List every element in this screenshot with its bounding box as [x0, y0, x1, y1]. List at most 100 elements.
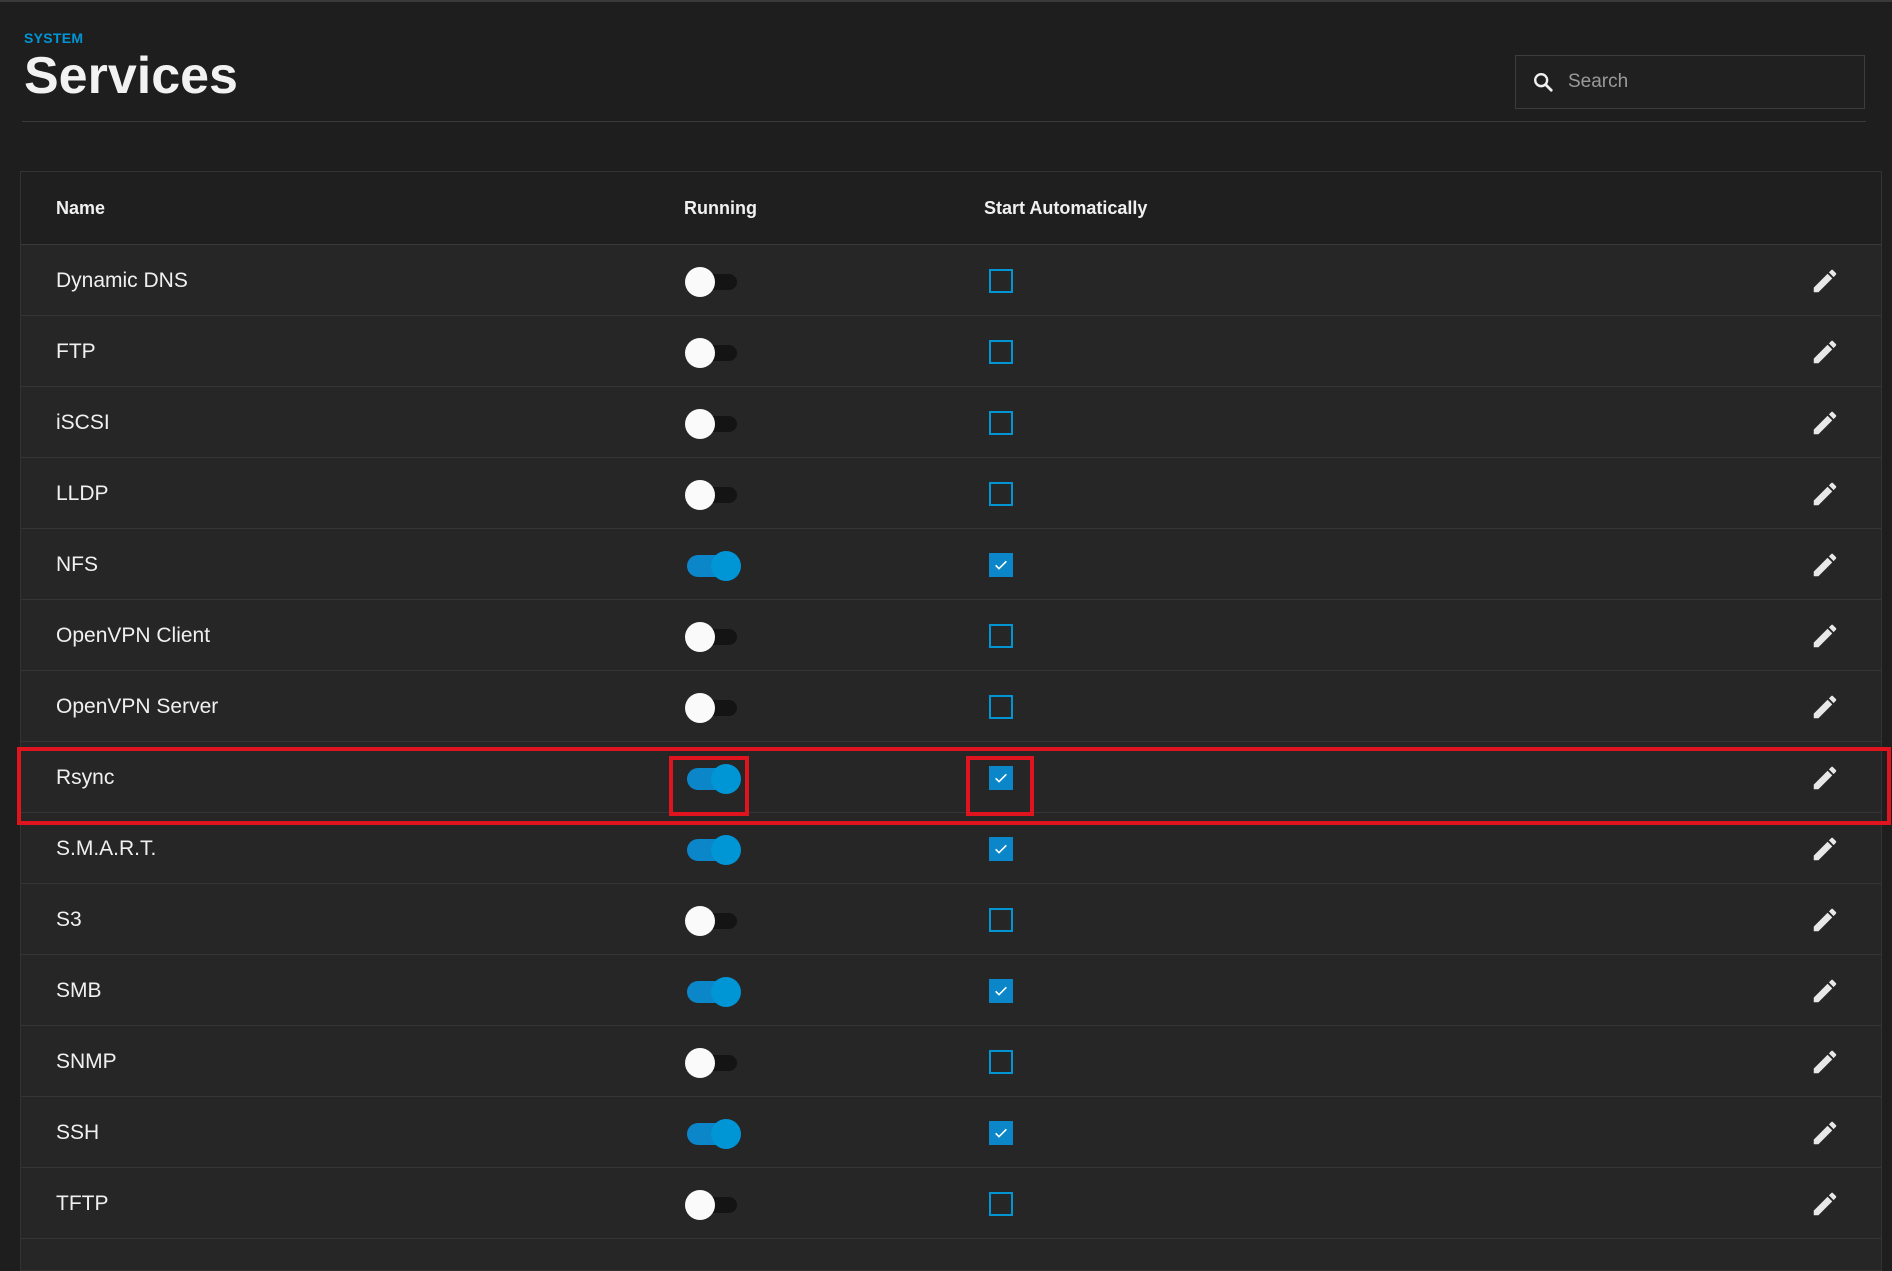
service-name: LLDP	[56, 482, 109, 505]
table-row-snmp: SNMP	[21, 1026, 1881, 1097]
running-toggle[interactable]	[685, 338, 741, 368]
edit-pencil-icon[interactable]	[1810, 834, 1840, 864]
checkmark-icon	[993, 1125, 1009, 1141]
table-row-openvpn-server: OpenVPN Server	[21, 671, 1881, 742]
table-row-nfs: NFS	[21, 529, 1881, 600]
service-name: iSCSI	[56, 411, 110, 434]
search-icon	[1534, 73, 1553, 92]
start-automatically-checkbox[interactable]	[989, 837, 1013, 861]
column-header-start-automatically[interactable]: Start Automatically	[984, 198, 1147, 219]
start-automatically-checkbox[interactable]	[989, 908, 1013, 932]
edit-pencil-icon[interactable]	[1810, 408, 1840, 438]
checkmark-icon	[993, 770, 1009, 786]
table-row-ftp: FTP	[21, 316, 1881, 387]
running-toggle[interactable]	[685, 693, 741, 723]
table-row-dynamic-dns: Dynamic DNS	[21, 245, 1881, 316]
start-automatically-checkbox[interactable]	[989, 269, 1013, 293]
edit-pencil-icon[interactable]	[1810, 621, 1840, 651]
service-name: SSH	[56, 1121, 100, 1144]
checkmark-icon	[993, 983, 1009, 999]
service-name: Dynamic DNS	[56, 269, 188, 292]
running-toggle[interactable]	[685, 1119, 741, 1149]
edit-pencil-icon[interactable]	[1810, 763, 1840, 793]
services-table: Name Running Start Automatically Dynamic…	[20, 171, 1882, 1271]
edit-pencil-icon[interactable]	[1810, 905, 1840, 935]
toggle-knob	[685, 693, 715, 723]
table-row-smb: SMB	[21, 955, 1881, 1026]
table-row-s-m-a-r-t: S.M.A.R.T.	[21, 813, 1881, 884]
breadcrumb[interactable]: SYSTEM	[24, 30, 238, 46]
start-automatically-checkbox[interactable]	[989, 624, 1013, 648]
start-automatically-checkbox[interactable]	[989, 766, 1013, 790]
edit-pencil-icon[interactable]	[1810, 479, 1840, 509]
start-automatically-checkbox[interactable]	[989, 1192, 1013, 1216]
service-name: S3	[56, 908, 82, 931]
table-row-ssh: SSH	[21, 1097, 1881, 1168]
running-toggle[interactable]	[685, 835, 741, 865]
table-row-lldp: LLDP	[21, 458, 1881, 529]
running-toggle[interactable]	[685, 906, 741, 936]
start-automatically-checkbox[interactable]	[989, 979, 1013, 1003]
running-toggle[interactable]	[685, 622, 741, 652]
edit-pencil-icon[interactable]	[1810, 1118, 1840, 1148]
toggle-knob	[685, 409, 715, 439]
running-toggle[interactable]	[685, 764, 741, 794]
table-row-tftp: TFTP	[21, 1168, 1881, 1239]
toggle-knob	[711, 764, 741, 794]
running-toggle[interactable]	[685, 409, 741, 439]
service-name: OpenVPN Server	[56, 695, 219, 718]
table-header: Name Running Start Automatically	[21, 172, 1881, 245]
column-header-name[interactable]: Name	[56, 198, 105, 219]
service-name: SNMP	[56, 1050, 117, 1073]
start-automatically-checkbox[interactable]	[989, 411, 1013, 435]
running-toggle[interactable]	[685, 480, 741, 510]
search-box[interactable]	[1515, 55, 1865, 109]
service-name: S.M.A.R.T.	[56, 837, 157, 860]
toggle-knob	[685, 480, 715, 510]
column-header-running[interactable]: Running	[684, 198, 757, 219]
running-toggle[interactable]	[685, 977, 741, 1007]
start-automatically-checkbox[interactable]	[989, 340, 1013, 364]
toggle-knob	[685, 622, 715, 652]
edit-pencil-icon[interactable]	[1810, 550, 1840, 580]
toggle-knob	[685, 1190, 715, 1220]
running-toggle[interactable]	[685, 551, 741, 581]
service-name: NFS	[56, 553, 98, 576]
running-toggle[interactable]	[685, 1048, 741, 1078]
edit-pencil-icon[interactable]	[1810, 337, 1840, 367]
toggle-knob	[685, 906, 715, 936]
start-automatically-checkbox[interactable]	[989, 482, 1013, 506]
toggle-knob	[685, 267, 715, 297]
toggle-knob	[711, 977, 741, 1007]
edit-pencil-icon[interactable]	[1810, 692, 1840, 722]
service-name: Rsync	[56, 766, 115, 789]
table-row-openvpn-client: OpenVPN Client	[21, 600, 1881, 671]
start-automatically-checkbox[interactable]	[989, 695, 1013, 719]
edit-pencil-icon[interactable]	[1810, 1047, 1840, 1077]
edit-pencil-icon[interactable]	[1810, 976, 1840, 1006]
toggle-knob	[711, 835, 741, 865]
toggle-knob	[711, 1119, 741, 1149]
start-automatically-checkbox[interactable]	[989, 553, 1013, 577]
edit-pencil-icon[interactable]	[1810, 1189, 1840, 1219]
service-name: FTP	[56, 340, 96, 363]
table-row-iscsi: iSCSI	[21, 387, 1881, 458]
checkmark-icon	[993, 841, 1009, 857]
table-row-rsync: Rsync	[21, 742, 1881, 813]
toggle-knob	[685, 1048, 715, 1078]
service-name: SMB	[56, 979, 102, 1002]
running-toggle[interactable]	[685, 1190, 741, 1220]
edit-pencil-icon[interactable]	[1810, 266, 1840, 296]
page-header: SYSTEM Services	[24, 30, 238, 104]
running-toggle[interactable]	[685, 267, 741, 297]
search-input[interactable]	[1566, 70, 1850, 94]
service-name: OpenVPN Client	[56, 624, 211, 647]
start-automatically-checkbox[interactable]	[989, 1121, 1013, 1145]
header-divider	[22, 121, 1866, 122]
service-name: TFTP	[56, 1192, 109, 1215]
start-automatically-checkbox[interactable]	[989, 1050, 1013, 1074]
page-title: Services	[24, 47, 238, 105]
toggle-knob	[685, 338, 715, 368]
toggle-knob	[711, 551, 741, 581]
table-row-s3: S3	[21, 884, 1881, 955]
